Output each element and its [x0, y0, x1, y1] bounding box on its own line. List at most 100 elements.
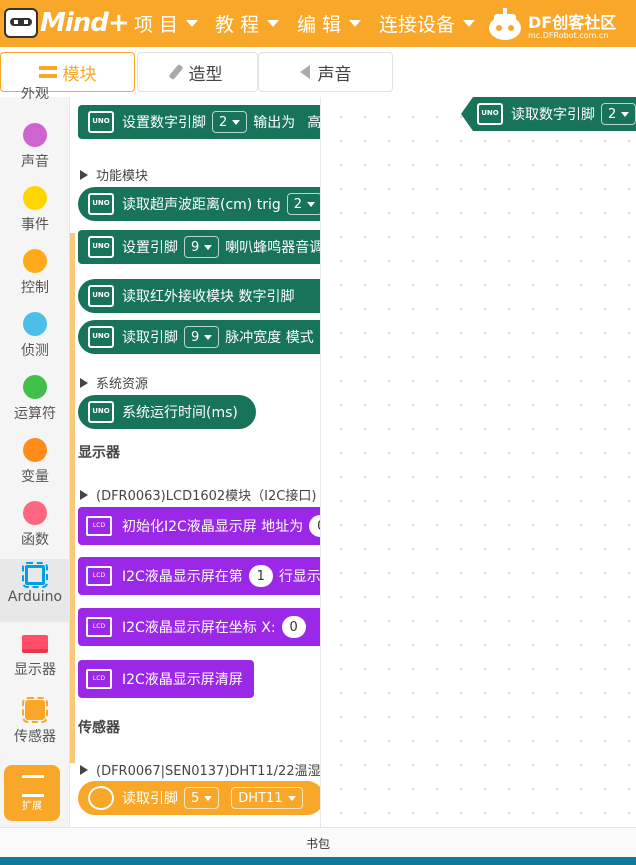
block-text-2: 喇叭蜂鸣器音调 — [225, 240, 321, 256]
block-text: I2C液晶显示屏在坐标 X: — [122, 620, 276, 636]
block-text: 读取数字引脚 — [511, 107, 595, 123]
sidebar-item-sound[interactable]: 声音 — [0, 123, 70, 186]
category-dot-icon — [23, 438, 47, 462]
tab-costumes-label: 造型 — [188, 64, 223, 85]
block-lcd-init[interactable]: LCD 初始化I2C液晶显示屏 地址为 0 — [78, 507, 320, 545]
sidebar-item-label: 侦测 — [21, 343, 49, 359]
brand-title: DF创客社区 — [528, 13, 617, 32]
uno-board-icon: UNO — [88, 111, 114, 133]
sidebar-item-display[interactable]: 显示器 — [0, 635, 70, 698]
tab-costumes[interactable]: 造型 — [137, 52, 258, 92]
pin-dropdown[interactable]: 9 — [184, 326, 220, 348]
block-dht-read[interactable]: 读取引脚 5 DHT11 — [78, 781, 320, 815]
block-text-3: 高 — [307, 115, 321, 131]
code-workspace[interactable]: UNO 读取数字引脚 2 — [321, 97, 636, 827]
block-text: I2C液晶显示屏清屏 — [122, 672, 243, 688]
sidebar-item-arduino[interactable]: Arduino — [0, 559, 70, 622]
address-input[interactable]: 0 — [309, 515, 320, 537]
caret-right-icon — [80, 169, 88, 180]
lcd-screen-icon: LCD — [86, 566, 112, 586]
backpack-bar[interactable]: 书包 — [0, 827, 636, 857]
top-menu-bar: Mind+ 项 目 教 程 编 辑 连接设备 DF创客社区 mc.DFRobot… — [0, 0, 636, 47]
app-logo: Mind+ — [4, 4, 142, 42]
mind-plus-window: Mind+ 项 目 教 程 编 辑 连接设备 DF创客社区 mc.DFRobot… — [0, 0, 636, 865]
block-text: 读取引脚 — [122, 330, 178, 346]
block-pulse-width[interactable]: UNO 读取引脚 9 脉冲宽度 模式 — [78, 320, 320, 354]
blocks-icon — [38, 66, 57, 78]
sidebar-item-control[interactable]: 控制 — [0, 249, 70, 312]
pin-dropdown[interactable]: 9 — [184, 236, 220, 258]
tab-sounds[interactable]: 声音 — [258, 52, 393, 92]
block-lcd-clear[interactable]: LCD I2C液晶显示屏清屏 — [78, 660, 254, 698]
sidebar-item-sensing[interactable]: 侦测 — [0, 312, 70, 375]
group-lcd1602[interactable]: (DFR0063)LCD1602模块（I2C接口) — [80, 485, 316, 504]
chevron-down-icon — [349, 20, 362, 27]
menu-tutorial[interactable]: 教 程 — [215, 10, 280, 37]
tab-blocks[interactable]: 模块 — [0, 52, 135, 92]
sidebar-item-events[interactable]: 事件 — [0, 186, 70, 249]
pin-dropdown[interactable]: 2 — [286, 193, 320, 215]
line-input[interactable]: 1 — [248, 565, 273, 587]
group-system-resources[interactable]: 系统资源 — [80, 373, 148, 392]
logo-text: Mind+ — [40, 8, 130, 38]
sidebar-item-sensors[interactable]: 传感器 — [0, 697, 70, 763]
menu-connect-device[interactable]: 连接设备 — [379, 10, 476, 37]
block-ir-receiver[interactable]: UNO 读取红外接收模块 数字引脚 — [78, 279, 320, 313]
sidebar-item-looks[interactable]: 外观 — [0, 87, 70, 111]
workspace-block-read-digital[interactable]: UNO 读取数字引脚 2 — [461, 97, 636, 131]
uno-board-icon: UNO — [88, 193, 114, 215]
caret-right-icon — [80, 489, 88, 500]
block-text: 读取红外接收模块 数字引脚 — [122, 289, 295, 305]
chevron-down-icon — [463, 20, 476, 27]
model-dropdown[interactable]: DHT11 — [231, 787, 303, 809]
lcd-screen-icon: LCD — [86, 516, 112, 536]
category-dot-icon — [23, 123, 47, 147]
caret-right-icon — [80, 764, 88, 775]
backpack-label: 书包 — [305, 837, 330, 851]
sidebar-item-label: 显示器 — [14, 662, 56, 678]
x-input[interactable]: 0 — [281, 616, 306, 638]
os-taskbar — [0, 857, 636, 865]
category-dot-icon — [23, 186, 47, 210]
brand-url: mc.DFRobot.com.cn — [528, 31, 609, 40]
chevron-down-icon — [204, 334, 213, 340]
block-lcd-show-line[interactable]: LCD I2C液晶显示屏在第 1 行显示 — [78, 557, 321, 595]
sidebar-item-operators[interactable]: 运算符 — [0, 375, 70, 438]
block-lcd-show-xy[interactable]: LCD I2C液晶显示屏在坐标 X: 0 — [78, 608, 320, 646]
caret-right-icon — [80, 377, 88, 388]
sidebar-item-label: 事件 — [21, 217, 49, 233]
extensions-button[interactable]: 扩展 — [4, 765, 60, 821]
block-text: 读取引脚 — [122, 791, 178, 807]
group-function-modules[interactable]: 功能模块 — [80, 165, 148, 184]
pin-dropdown[interactable]: 2 — [212, 111, 248, 133]
block-text-2: 行显示 — [278, 569, 321, 585]
group-dht[interactable]: (DFR0067|SEN0137)DHT11/22温湿度 — [80, 760, 320, 779]
section-sensor: 传感器 — [78, 720, 120, 736]
brush-icon — [168, 63, 183, 81]
sensor-chip-icon — [22, 697, 48, 723]
speaker-icon — [299, 65, 310, 79]
pin-dropdown[interactable]: 2 — [601, 103, 636, 125]
dfrobot-community-link[interactable]: DF创客社区 mc.DFRobot.com.cn — [486, 4, 636, 44]
chevron-down-icon — [287, 795, 296, 801]
chevron-down-icon — [204, 795, 213, 801]
pin-dropdown[interactable]: 5 — [184, 787, 220, 809]
thermometer-icon — [88, 786, 114, 810]
menu-tutorial-label: 教 程 — [215, 14, 260, 36]
block-ultrasonic[interactable]: UNO 读取超声波距离(cm) trig 2 — [78, 187, 320, 221]
robot-logo-icon — [4, 8, 38, 38]
menu-project[interactable]: 项 目 — [134, 10, 199, 37]
sidebar-item-label: 运算符 — [14, 406, 56, 422]
chevron-down-icon — [307, 201, 316, 207]
block-text-2: 脉冲宽度 模式 — [225, 330, 314, 346]
sidebar-item-label: 变量 — [21, 469, 49, 485]
sidebar-item-label: 外观 — [21, 87, 49, 102]
block-system-runtime[interactable]: UNO 系统运行时间(ms) — [78, 395, 256, 429]
block-set-digital-pin[interactable]: UNO 设置数字引脚 2 输出为 高 — [78, 105, 321, 139]
block-buzzer[interactable]: UNO 设置引脚 9 喇叭蜂鸣器音调 — [78, 230, 321, 264]
lcd-screen-icon: LCD — [86, 617, 112, 637]
menu-edit[interactable]: 编 辑 — [297, 10, 362, 37]
tab-blocks-label: 模块 — [62, 64, 97, 85]
sidebar-item-functions[interactable]: 函数 — [0, 501, 70, 564]
sidebar-item-variables[interactable]: 变量 — [0, 438, 70, 501]
